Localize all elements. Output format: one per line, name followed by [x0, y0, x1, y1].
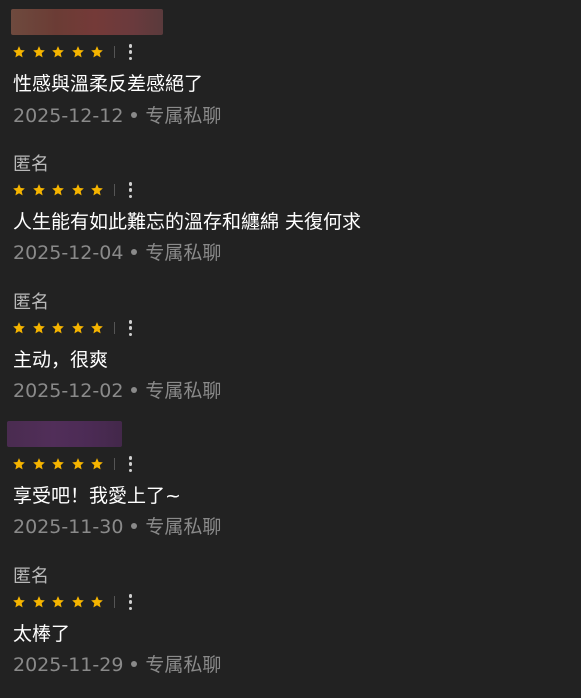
star-icon	[13, 596, 25, 608]
star-icon	[13, 46, 25, 58]
star-icon	[13, 458, 25, 470]
review-meta: 2025-11-29 专属私聊	[13, 653, 221, 677]
rating-stars	[12, 594, 133, 610]
review-date: 2025-12-04	[13, 242, 124, 264]
star-icon	[52, 46, 64, 58]
star-icon	[13, 184, 25, 196]
review-date: 2025-12-02	[13, 380, 124, 402]
review-item: 性感與溫柔反差感絕了 2025-12-12 专属私聊	[0, 0, 581, 138]
rating-stars	[12, 320, 133, 336]
review-meta: 2025-12-04 专属私聊	[13, 241, 221, 265]
review-meta: 2025-11-30 专属私聊	[13, 515, 221, 539]
review-text: 太棒了	[13, 623, 71, 645]
review-text: 主动，很爽	[13, 349, 109, 371]
review-item: 匿名 太棒了 2025-11-29 专属私聊	[0, 560, 581, 698]
review-meta: 2025-12-02 专属私聊	[13, 379, 221, 403]
blurred-author-name	[11, 9, 163, 35]
star-icon	[32, 596, 45, 608]
review-category: 专属私聊	[145, 654, 222, 676]
more-options-icon[interactable]	[128, 182, 133, 198]
review-category: 专属私聊	[145, 380, 222, 402]
star-icon	[13, 322, 25, 334]
star-icon	[32, 322, 45, 334]
blurred-author-name	[7, 421, 122, 447]
review-item: 匿名 主动，很爽 2025-12-02 专属私聊	[0, 286, 581, 424]
divider	[113, 596, 115, 608]
more-options-icon[interactable]	[128, 44, 133, 60]
star-icon	[52, 596, 64, 608]
star-icon	[71, 322, 84, 334]
more-options-icon[interactable]	[128, 594, 133, 610]
review-category: 专属私聊	[145, 242, 222, 264]
more-options-icon[interactable]	[128, 456, 133, 472]
star-icon	[91, 596, 103, 608]
divider	[113, 322, 115, 334]
star-icon	[71, 46, 84, 58]
review-text: 性感與溫柔反差感絕了	[13, 73, 204, 95]
review-text: 享受吧！我愛上了~	[13, 485, 181, 507]
divider	[113, 184, 115, 196]
star-icon	[52, 322, 64, 334]
review-author: 匿名	[13, 154, 49, 175]
review-date: 2025-11-29	[13, 654, 124, 676]
divider	[113, 458, 115, 470]
rating-stars	[12, 182, 133, 198]
star-icon	[91, 458, 103, 470]
rating-stars	[12, 44, 133, 60]
separator-dot	[131, 249, 138, 255]
review-date: 2025-11-30	[13, 516, 124, 538]
divider	[113, 46, 115, 58]
separator-dot	[131, 661, 138, 667]
rating-stars	[12, 456, 133, 472]
star-icon	[71, 458, 84, 470]
review-category: 专属私聊	[145, 516, 222, 538]
review-text: 人生能有如此難忘的溫存和纏綿 夫復何求	[13, 211, 362, 233]
more-options-icon[interactable]	[128, 320, 133, 336]
review-author: 匿名	[13, 566, 49, 587]
star-icon	[91, 322, 103, 334]
star-icon	[32, 184, 45, 196]
review-item: 享受吧！我愛上了~ 2025-11-30 专属私聊	[0, 418, 581, 556]
separator-dot	[131, 387, 138, 393]
star-icon	[91, 184, 103, 196]
review-item: 匿名 人生能有如此難忘的溫存和纏綿 夫復何求 2025-12-04 专属私聊	[0, 148, 581, 286]
separator-dot	[131, 112, 138, 118]
star-icon	[52, 184, 64, 196]
review-category: 专属私聊	[145, 105, 222, 127]
star-icon	[32, 458, 45, 470]
review-author: 匿名	[13, 292, 49, 313]
review-meta: 2025-12-12 专属私聊	[13, 104, 221, 128]
review-date: 2025-12-12	[13, 105, 124, 127]
star-icon	[91, 46, 103, 58]
star-icon	[71, 184, 84, 196]
star-icon	[71, 596, 84, 608]
star-icon	[32, 46, 45, 58]
separator-dot	[131, 523, 138, 529]
star-icon	[52, 458, 64, 470]
